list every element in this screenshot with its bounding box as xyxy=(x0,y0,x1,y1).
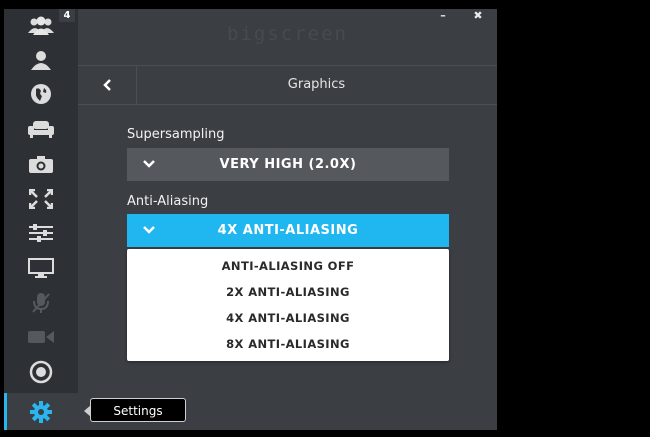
supersampling-dropdown[interactable]: VERY HIGH (2.0X) xyxy=(127,148,449,181)
group-icon xyxy=(28,16,54,36)
page-title: Graphics xyxy=(287,77,346,92)
chevron-down-icon xyxy=(142,158,156,173)
sidebar-item-webcam[interactable] xyxy=(4,320,78,354)
page-header: Graphics xyxy=(78,65,497,105)
monitor-icon xyxy=(28,258,54,278)
sidebar-item-display[interactable] xyxy=(4,251,78,285)
anti-aliasing-label: Anti-Aliasing xyxy=(127,194,209,209)
chevron-left-icon xyxy=(102,76,112,95)
user-icon xyxy=(30,50,52,70)
sidebar-item-rooms[interactable] xyxy=(4,112,78,146)
sidebar-item-world[interactable] xyxy=(4,77,78,111)
sidebar: 4 xyxy=(4,9,78,430)
minimize-button[interactable]: – xyxy=(434,9,452,25)
sidebar-item-adjust[interactable] xyxy=(4,216,78,250)
anti-aliasing-menu: ANTI-ALIASING OFF 2X ANTI-ALIASING 4X AN… xyxy=(127,249,449,361)
sidebar-item-fullscreen[interactable] xyxy=(4,182,78,216)
sliders-icon xyxy=(29,224,53,242)
close-button[interactable]: ✖ xyxy=(469,9,487,25)
sidebar-item-friends[interactable]: 4 xyxy=(4,9,78,43)
record-icon xyxy=(29,360,53,384)
video-camera-icon xyxy=(28,329,54,345)
supersampling-value: VERY HIGH (2.0X) xyxy=(219,157,357,172)
app-logo: bigscreen xyxy=(227,23,348,45)
anti-aliasing-dropdown[interactable]: 4X ANTI-ALIASING xyxy=(127,214,449,247)
anti-aliasing-value: 4X ANTI-ALIASING xyxy=(217,223,359,238)
sidebar-item-microphone[interactable] xyxy=(4,286,78,320)
anti-aliasing-option[interactable]: 4X ANTI-ALIASING xyxy=(127,305,449,331)
anti-aliasing-option[interactable]: 2X ANTI-ALIASING xyxy=(127,279,449,305)
chevron-down-icon xyxy=(142,224,156,239)
app-window: 4 bigscreen – ✖ Graphics Supersampling V… xyxy=(4,9,497,430)
camera-icon xyxy=(29,155,53,173)
expand-icon xyxy=(29,189,53,209)
anti-aliasing-option[interactable]: 8X ANTI-ALIASING xyxy=(127,331,449,357)
title-bar: bigscreen – ✖ xyxy=(78,9,497,65)
mic-off-icon xyxy=(31,292,51,314)
supersampling-label: Supersampling xyxy=(127,127,225,142)
gear-icon xyxy=(30,400,52,423)
globe-icon xyxy=(30,83,52,105)
sidebar-item-screenshot[interactable] xyxy=(4,147,78,181)
notification-badge: 4 xyxy=(59,9,75,22)
back-button[interactable] xyxy=(78,66,137,104)
sidebar-item-profile[interactable] xyxy=(4,43,78,77)
anti-aliasing-option[interactable]: ANTI-ALIASING OFF xyxy=(127,253,449,279)
couch-icon xyxy=(28,120,54,138)
settings-tooltip: Settings xyxy=(84,398,186,422)
sidebar-item-record[interactable] xyxy=(4,355,78,389)
sidebar-item-settings[interactable] xyxy=(4,393,78,430)
